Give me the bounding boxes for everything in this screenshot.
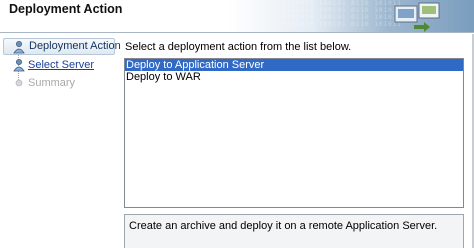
deployment-graphic-icon — [394, 2, 440, 32]
action-description: Create an archive and deploy it on a rem… — [129, 220, 438, 232]
instruction-text: Select a deployment action from the list… — [125, 41, 352, 53]
wizard-header: Deployment Action 0101010 100101 0110 10… — [0, 0, 474, 33]
step-dot-icon — [15, 79, 23, 87]
deployment-action-list[interactable]: Deploy to Application Server Deploy to W… — [124, 58, 464, 208]
step-person-icon — [13, 41, 25, 54]
action-description-panel: Create an archive and deploy it on a rem… — [124, 214, 464, 248]
header-binary-pattern: 0101010 100101 0110 1010110 010 0101 110… — [282, 0, 402, 28]
step-deployment-action[interactable]: Deployment Action — [3, 38, 121, 55]
list-item[interactable]: Deploy to WAR — [125, 71, 463, 83]
step-select-server[interactable]: Select Server — [0, 57, 117, 74]
step-label: Summary — [28, 77, 76, 89]
step-label: Deployment Action — [29, 40, 121, 52]
step-label[interactable]: Select Server — [28, 59, 94, 71]
step-person-icon — [13, 59, 25, 72]
wizard-step-navigation: Deployment Action Select Server Summary — [0, 34, 121, 248]
list-item[interactable]: Deploy to Application Server — [125, 59, 463, 71]
step-summary: Summary — [0, 75, 117, 92]
page-title: Deployment Action — [9, 2, 123, 16]
